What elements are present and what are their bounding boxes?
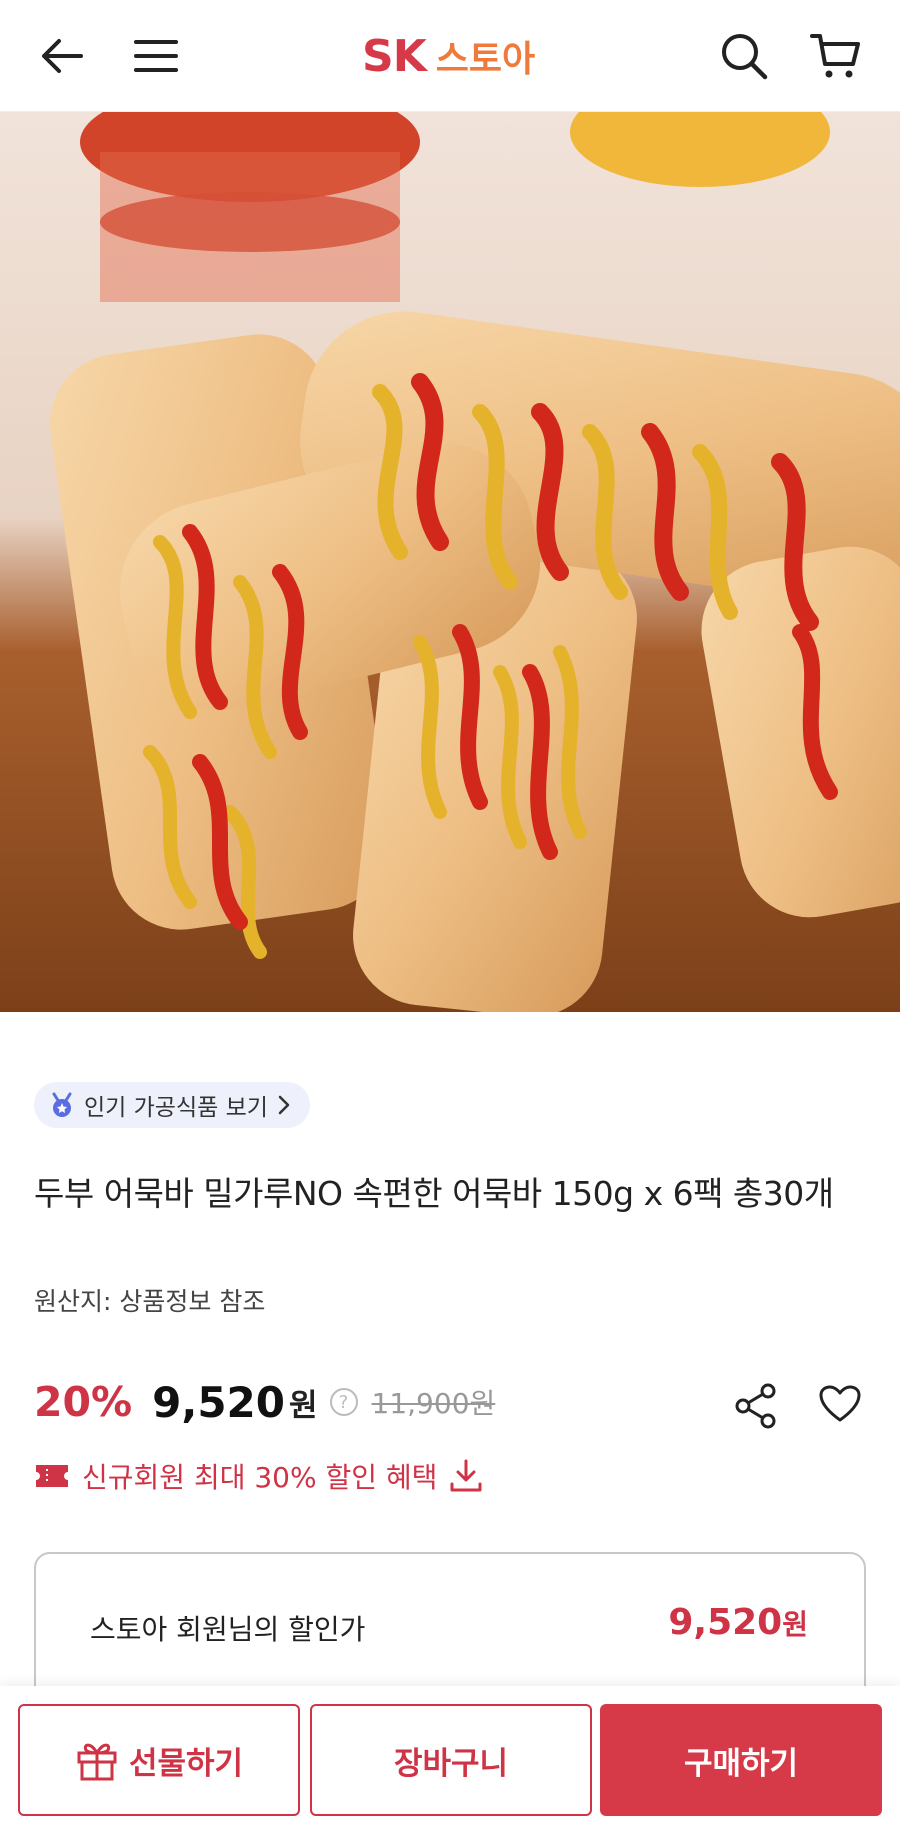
original-price: 11,900원 [371, 1387, 496, 1420]
gift-button-label: 선물하기 [128, 1745, 244, 1782]
search-icon [722, 34, 768, 80]
price-unit: 원 [289, 1387, 318, 1424]
chevron-right-icon [278, 1095, 290, 1115]
buy-button-label: 구매하기 [683, 1745, 799, 1782]
chip-label: 인기 가공식품 보기 [84, 1095, 268, 1121]
popular-category-chip[interactable]: 인기 가공식품 보기 [34, 1082, 310, 1128]
gift-button[interactable]: 선물하기 [18, 1704, 300, 1816]
arrow-left-icon [42, 39, 83, 73]
sale-price: 9,520 [152, 1377, 285, 1427]
buy-button[interactable]: 구매하기 [600, 1704, 882, 1816]
coupon-icon [36, 1465, 68, 1487]
top-header: SK 스토아 [0, 0, 900, 112]
wishlist-button[interactable] [812, 1376, 868, 1432]
cart-button-label: 장바구니 [393, 1745, 509, 1782]
heart-icon [819, 1385, 861, 1422]
product-photo [0, 112, 900, 1012]
download-icon [450, 1459, 482, 1492]
logo-store: 스토아 [435, 39, 536, 80]
product-origin: 원산지: 상품정보 참조 [34, 1287, 266, 1316]
store-logo[interactable]: SK 스토아 [362, 30, 535, 82]
gift-icon [77, 1743, 117, 1781]
back-button[interactable] [34, 28, 90, 84]
price-help-icon[interactable]: ? [329, 1388, 358, 1416]
bottom-action-bar: 선물하기 장바구니 구매하기 [0, 1686, 900, 1835]
hamburger-menu-icon [134, 40, 178, 72]
share-button[interactable] [728, 1378, 784, 1434]
new-member-benefit[interactable]: 신규회원 최대 30% 할인 혜택 [34, 1452, 483, 1500]
medal-icon [52, 1092, 72, 1117]
benefit-text: 신규회원 최대 30% 할인 혜택 [82, 1461, 438, 1494]
product-title: 두부 어묵바 밀가루NO 속편한 어묵바 150g x 6팩 총30개 [34, 1174, 834, 1213]
member-price-label: 스토아 회원님의 할인가 [90, 1613, 366, 1646]
member-price-unit: 원 [782, 1608, 808, 1641]
price-row: 20% 9,520 원 ? 11,900원 [34, 1372, 495, 1432]
member-price: 9,520원 [668, 1602, 808, 1643]
share-icon [735, 1383, 776, 1429]
product-image[interactable] [0, 112, 900, 1012]
search-button[interactable] [716, 28, 772, 84]
cart-button[interactable] [808, 28, 864, 84]
member-price-value: 9,520 [668, 1602, 783, 1643]
menu-button[interactable] [128, 28, 184, 84]
add-to-cart-button[interactable]: 장바구니 [310, 1704, 592, 1816]
logo-sk: SK [362, 31, 427, 82]
cart-icon [810, 34, 860, 78]
discount-rate: 20% [34, 1378, 133, 1426]
